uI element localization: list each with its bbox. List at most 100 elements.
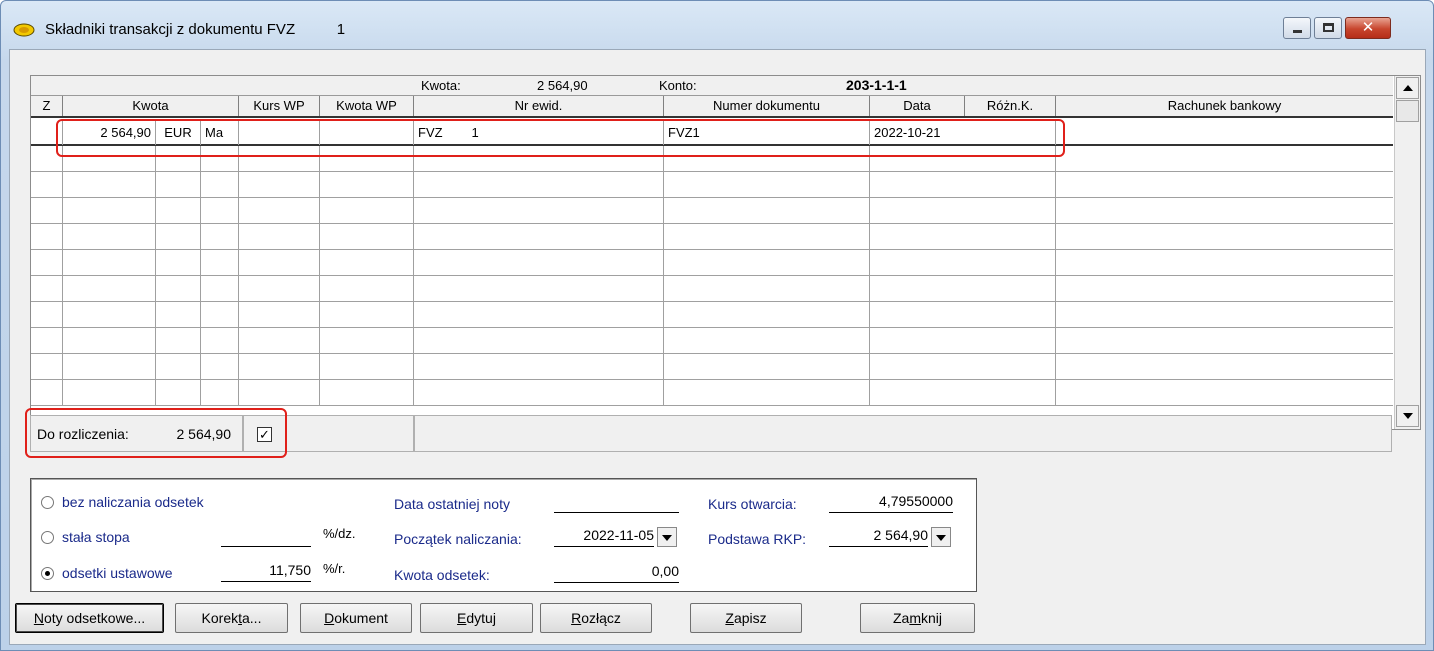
grid-cell[interactable] <box>239 302 320 327</box>
grid-cell[interactable] <box>156 328 201 353</box>
col-header-nr-ewid[interactable]: Nr ewid. <box>414 96 664 116</box>
grid-cell[interactable] <box>664 354 870 379</box>
grid-cell[interactable] <box>664 250 870 275</box>
grid-cell[interactable] <box>156 276 201 301</box>
grid-cell[interactable] <box>414 302 664 327</box>
cell-rachunek[interactable] <box>1056 120 1393 145</box>
grid-cell[interactable] <box>1056 250 1393 275</box>
grid-cell[interactable] <box>1056 302 1393 327</box>
grid-cell[interactable] <box>31 250 63 275</box>
grid-cell[interactable] <box>201 354 239 379</box>
grid-cell[interactable] <box>320 380 414 405</box>
grid-cell[interactable] <box>414 172 664 197</box>
grid-cell[interactable] <box>870 172 1056 197</box>
grid-cell[interactable] <box>63 328 156 353</box>
table-row[interactable] <box>31 302 1393 328</box>
grid-cell[interactable] <box>664 276 870 301</box>
col-header-kwota[interactable]: Kwota <box>63 96 239 116</box>
table-row[interactable] <box>31 224 1393 250</box>
grid-cell[interactable] <box>31 172 63 197</box>
grid-cell[interactable] <box>414 354 664 379</box>
grid-cell[interactable] <box>414 250 664 275</box>
table-row[interactable] <box>31 276 1393 302</box>
label-odsetki-ustawowe[interactable]: odsetki ustawowe <box>62 565 173 581</box>
col-header-data[interactable]: Data <box>870 96 965 116</box>
edytuj-button[interactable]: Edytuj <box>420 603 533 633</box>
grid-cell[interactable] <box>1056 198 1393 223</box>
grid-cell[interactable] <box>664 224 870 249</box>
grid-cell[interactable] <box>31 328 63 353</box>
close-button[interactable]: ✕ <box>1345 17 1391 39</box>
grid-cell[interactable] <box>1056 380 1393 405</box>
grid-cell[interactable] <box>414 276 664 301</box>
grid-cell[interactable] <box>320 276 414 301</box>
grid-cell[interactable] <box>1056 146 1393 171</box>
grid-cell[interactable] <box>156 172 201 197</box>
grid-cell[interactable] <box>201 224 239 249</box>
grid-cell[interactable] <box>63 224 156 249</box>
grid-cell[interactable] <box>239 198 320 223</box>
zamknij-button[interactable]: Zamknij <box>860 603 975 633</box>
grid-cell[interactable] <box>156 380 201 405</box>
label-stala-stopa[interactable]: stała stopa <box>62 529 130 545</box>
fixed-rate-input[interactable] <box>221 527 311 547</box>
grid-cell[interactable] <box>1056 354 1393 379</box>
grid-cell[interactable] <box>201 302 239 327</box>
maximize-button[interactable] <box>1314 17 1342 39</box>
grid-cell[interactable] <box>870 380 1056 405</box>
table-row[interactable] <box>31 354 1393 380</box>
grid-cell[interactable] <box>63 354 156 379</box>
grid-cell[interactable] <box>870 276 1056 301</box>
grid-cell[interactable] <box>31 198 63 223</box>
rkp-base-field[interactable]: 2 564,90 <box>829 527 928 547</box>
grid-cell[interactable] <box>31 276 63 301</box>
start-date-field[interactable]: 2022-11-05 <box>554 527 654 547</box>
grid-cell[interactable] <box>156 224 201 249</box>
grid-cell[interactable] <box>63 250 156 275</box>
grid-cell[interactable] <box>63 172 156 197</box>
grid-cell[interactable] <box>414 224 664 249</box>
col-header-rozn-k[interactable]: Różn.K. <box>965 96 1056 116</box>
grid-cell[interactable] <box>201 328 239 353</box>
grid-cell[interactable] <box>664 380 870 405</box>
grid-cell[interactable] <box>1056 172 1393 197</box>
radio-bez-naliczania[interactable] <box>41 496 54 509</box>
grid-cell[interactable] <box>31 354 63 379</box>
opening-rate-field[interactable]: 4,79550000 <box>829 493 953 513</box>
statutory-rate-input[interactable]: 11,750 <box>221 562 311 582</box>
grid-cell[interactable] <box>870 328 1056 353</box>
grid-cell[interactable] <box>31 224 63 249</box>
grid-cell[interactable] <box>320 224 414 249</box>
noty-odsetkowe-button[interactable]: Noty odsetkowe... <box>15 603 164 633</box>
grid-cell[interactable] <box>320 250 414 275</box>
grid-cell[interactable] <box>1056 328 1393 353</box>
table-row[interactable] <box>31 328 1393 354</box>
grid-cell[interactable] <box>870 224 1056 249</box>
rozlacz-button[interactable]: Rozłącz <box>540 603 652 633</box>
grid-cell[interactable] <box>664 198 870 223</box>
zapisz-button[interactable]: Zapisz <box>690 603 802 633</box>
grid-cell[interactable] <box>201 276 239 301</box>
table-row[interactable] <box>31 250 1393 276</box>
grid-cell[interactable] <box>156 250 201 275</box>
grid-cell[interactable] <box>664 172 870 197</box>
grid-cell[interactable] <box>320 328 414 353</box>
grid-vertical-scrollbar[interactable] <box>1394 76 1420 429</box>
grid-cell[interactable] <box>664 328 870 353</box>
grid-cell[interactable] <box>870 302 1056 327</box>
start-date-dropdown-button[interactable] <box>657 527 677 547</box>
grid-cell[interactable] <box>201 380 239 405</box>
grid-cell[interactable] <box>63 302 156 327</box>
dokument-button[interactable]: Dokument <box>300 603 412 633</box>
grid-cell[interactable] <box>239 380 320 405</box>
grid-cell[interactable] <box>320 302 414 327</box>
grid-cell[interactable] <box>870 354 1056 379</box>
grid-cell[interactable] <box>31 302 63 327</box>
grid-cell[interactable] <box>156 354 201 379</box>
grid-cell[interactable] <box>156 302 201 327</box>
col-header-numer-dokumentu[interactable]: Numer dokumentu <box>664 96 870 116</box>
grid-cell[interactable] <box>239 276 320 301</box>
minimize-button[interactable] <box>1283 17 1311 39</box>
grid-cell[interactable] <box>239 250 320 275</box>
label-bez-naliczania[interactable]: bez naliczania odsetek <box>62 494 204 510</box>
